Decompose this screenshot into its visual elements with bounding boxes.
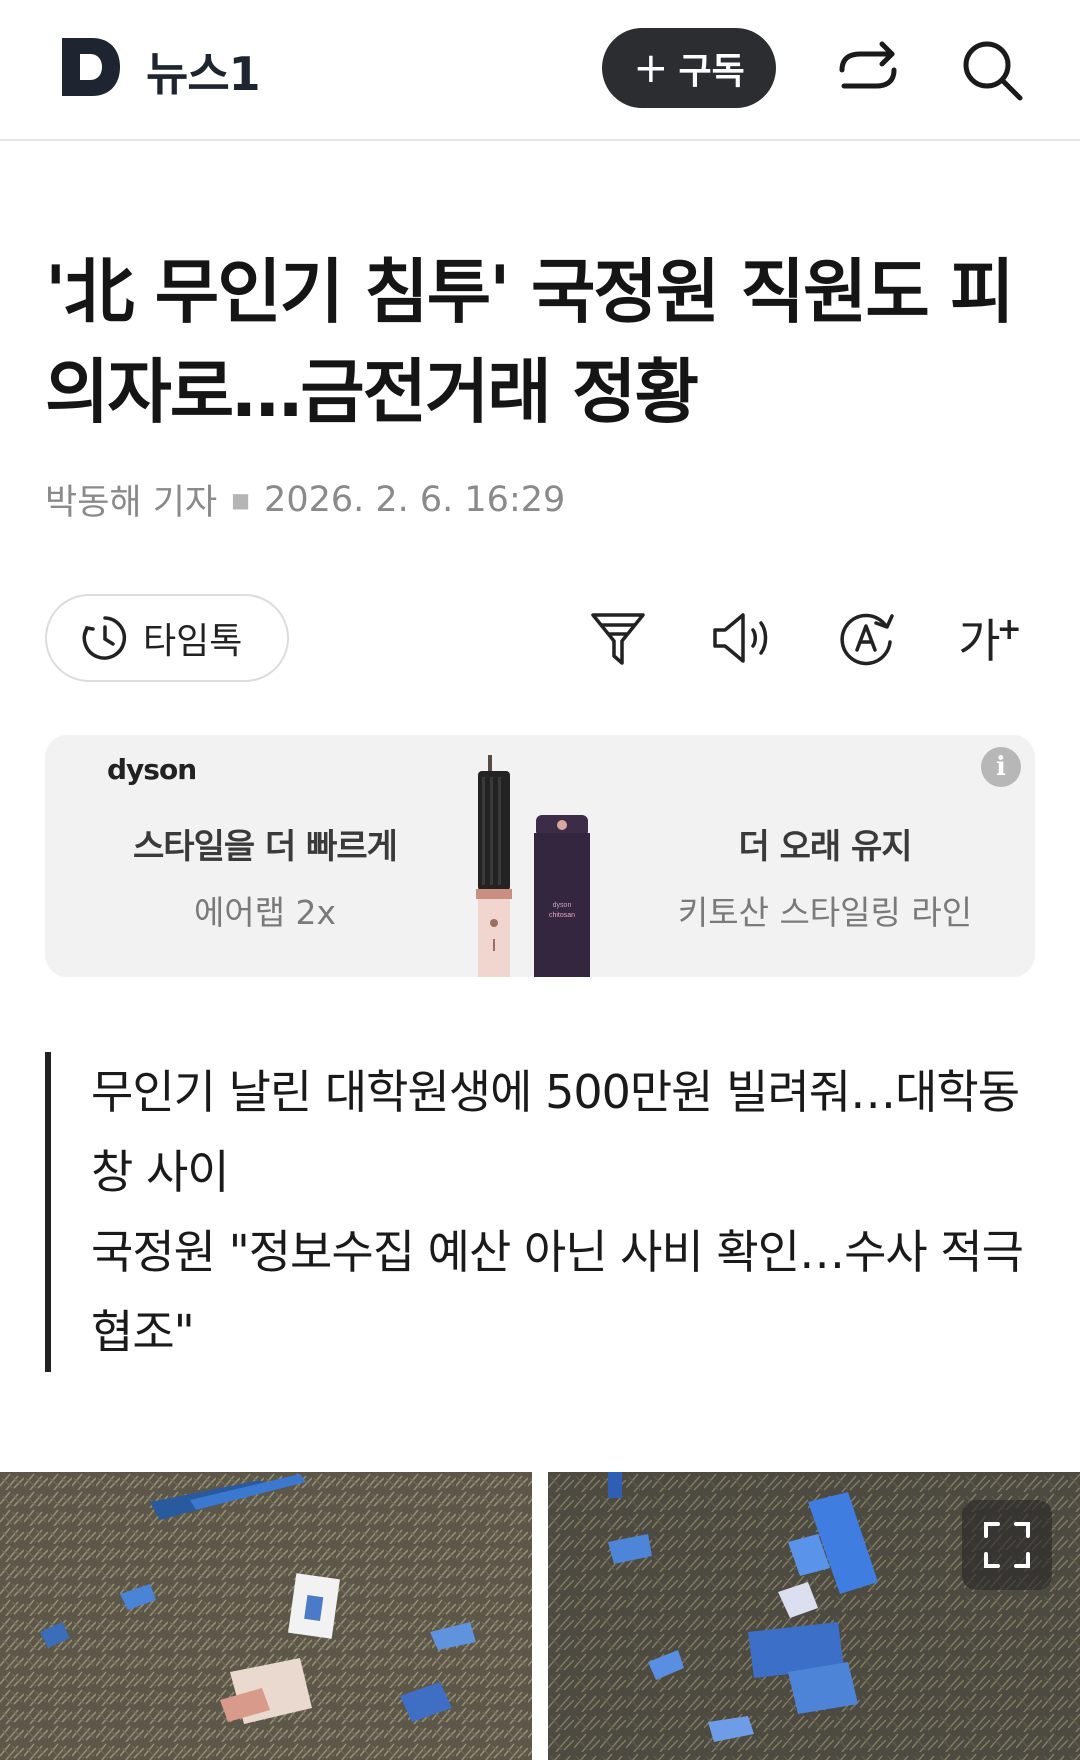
reporter-name[interactable]: 박동해 기자 [45, 474, 217, 525]
search-icon [963, 41, 1023, 101]
subscribe-label: 구독 [678, 51, 745, 92]
article-summary: 무인기 날린 대학원생에 500만원 빌려줘…대학동창 사이 국정원 "정보수집… [45, 1052, 1035, 1372]
byline-separator: ■ [231, 487, 251, 512]
expand-photo-button[interactable] [962, 1500, 1052, 1590]
audio-icon [713, 613, 768, 663]
advertisement-banner[interactable]: dyson i 스타일을 더 빠르게 에어랩 2x dyson chitosan… [45, 735, 1035, 977]
news1-d-logo-icon[interactable] [58, 34, 124, 100]
ad-left-title: 스타일을 더 빠르게 [133, 827, 398, 867]
translate-icon [840, 613, 894, 666]
subscribe-button[interactable]: + 구독 [602, 28, 776, 108]
translate-button[interactable] [826, 598, 906, 678]
font-size-icon: 가+ [958, 605, 1021, 671]
publish-date: 2026. 2. 6. 16:29 [264, 479, 566, 520]
search-button[interactable] [956, 34, 1028, 106]
expand-icon [984, 1522, 1030, 1568]
article-headline: '北 무인기 침투' 국정원 직원도 피의자로…금전거래 정황 [45, 251, 1015, 433]
clock-icon [82, 616, 127, 660]
audio-button[interactable] [703, 598, 783, 678]
ad-right-subtitle: 키토산 스타일링 라인 [677, 893, 973, 932]
share-button[interactable] [832, 34, 904, 106]
font-size-button[interactable]: 가+ [950, 598, 1030, 678]
ad-right-title: 더 오래 유지 [738, 827, 912, 867]
timetalk-button[interactable]: 타임톡 [45, 594, 289, 682]
ad-left-copy: 스타일을 더 빠르게 에어랩 2x [45, 819, 485, 934]
timetalk-label: 타임톡 [143, 621, 243, 662]
summary-line: 국정원 "정보수집 예산 아닌 사비 확인…수사 적극 협조" [91, 1225, 1024, 1359]
summary-button[interactable] [578, 598, 658, 678]
plus-superscript: + [996, 612, 1022, 647]
top-bar: 뉴스1 + 구독 [0, 0, 1080, 141]
ad-brand-logo: dyson [107, 753, 197, 786]
plus-icon: + [633, 43, 669, 92]
brand-name[interactable]: 뉴스1 [146, 38, 261, 104]
font-size-label: 가 [958, 614, 1001, 668]
summary-icon [591, 613, 645, 665]
svg-text:chitosan: chitosan [549, 912, 575, 919]
ad-right-copy: 더 오래 유지 키토산 스타일링 라인 [605, 819, 1035, 934]
svg-text:dyson: dyson [553, 902, 572, 909]
ad-left-subtitle: 에어랩 2x [193, 893, 337, 932]
share-icon [839, 41, 897, 89]
debris-on-grass-image [0, 1472, 532, 1760]
summary-line: 무인기 날린 대학원생에 500만원 빌려줘…대학동창 사이 [91, 1065, 1020, 1199]
article-photo-left[interactable] [0, 1472, 532, 1760]
byline: 박동해 기자 ■ 2026. 2. 6. 16:29 [45, 474, 565, 525]
hair-styler-product-image: dyson chitosan [476, 755, 590, 977]
ad-info-icon[interactable]: i [981, 747, 1021, 787]
